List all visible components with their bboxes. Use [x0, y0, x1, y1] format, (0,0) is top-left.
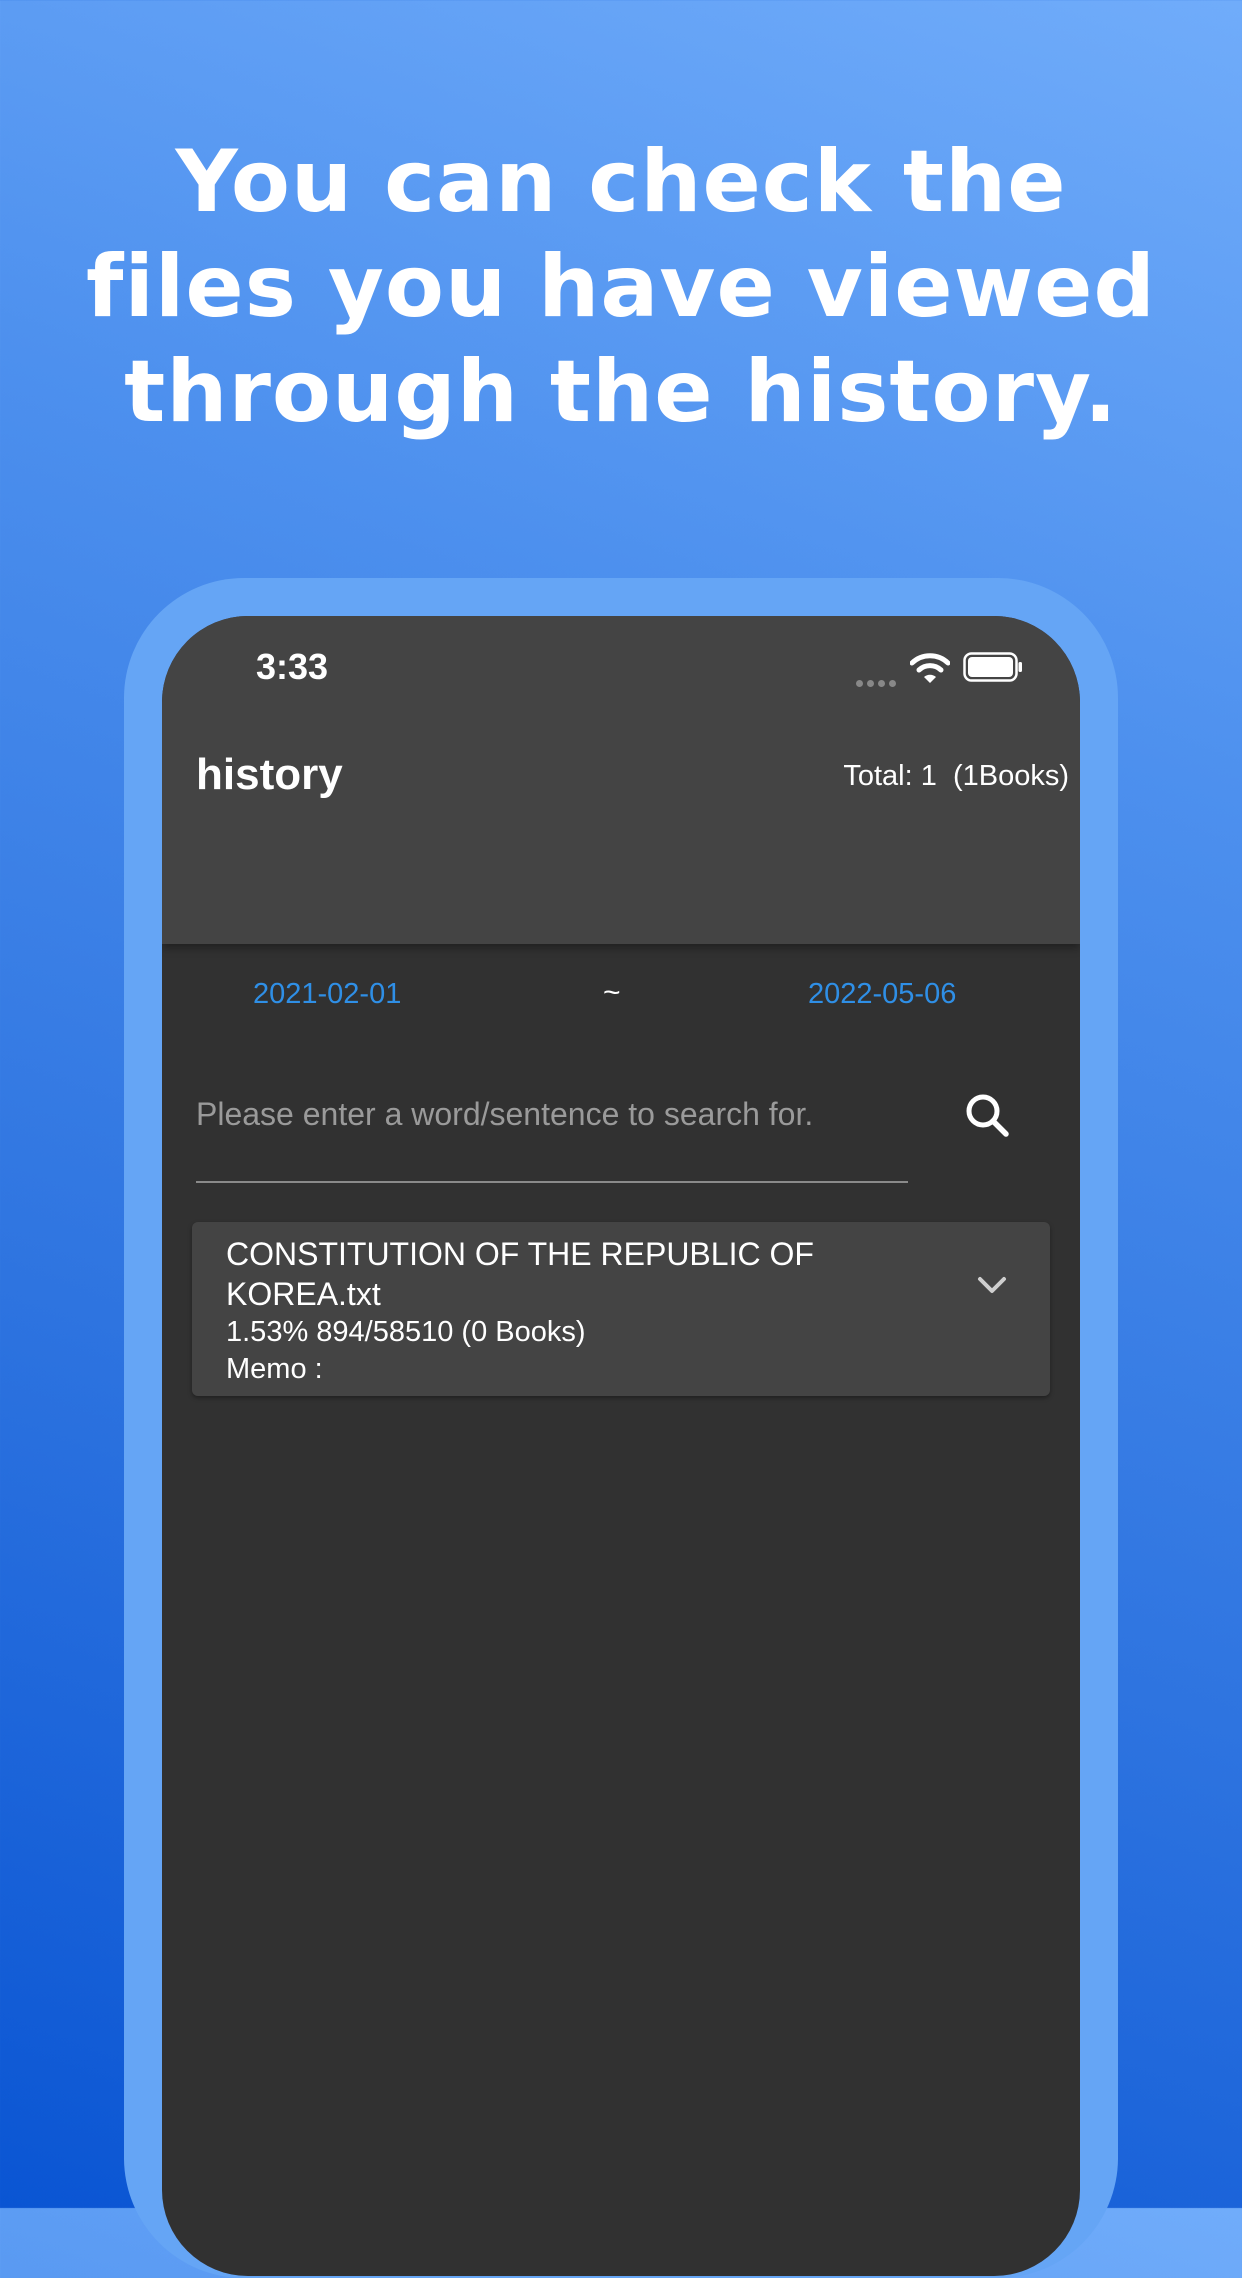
- history-item-progress: 1.53% 894/58510 (0 Books): [226, 1316, 586, 1348]
- status-time: 3:33: [256, 646, 329, 687]
- history-item[interactable]: CONSTITUTION OF THE REPUBLIC OF KOREA.tx…: [192, 1222, 1050, 1396]
- date-range-separator: ~: [603, 976, 621, 1009]
- app-header: 3:33 history Total: 1 (1Books): [162, 616, 1080, 944]
- chevron-down-icon[interactable]: [974, 1270, 1010, 1300]
- page-title: history: [196, 750, 343, 799]
- search-underline: [196, 1181, 908, 1183]
- search-input[interactable]: [196, 1086, 908, 1142]
- phone-screen: 3:33 history Total: 1 (1Books) 2021-02-0…: [162, 616, 1080, 2276]
- start-date-picker[interactable]: 2021-02-01: [253, 978, 401, 1011]
- promo-line-3: through the history.: [124, 342, 1118, 442]
- memo-label: Memo :: [226, 1353, 323, 1385]
- search-icon[interactable]: [962, 1090, 1012, 1140]
- cellular-signal-icon: [856, 674, 900, 687]
- promo-headline: You can check the files you have viewed …: [0, 130, 1242, 445]
- end-date-picker[interactable]: 2022-05-06: [808, 978, 956, 1011]
- wifi-icon: [910, 653, 950, 683]
- total-count: Total: 1 (1Books): [843, 760, 1069, 792]
- promo-line-2: files you have viewed: [86, 237, 1156, 337]
- history-item-title: CONSTITUTION OF THE REPUBLIC OF KOREA.tx…: [226, 1236, 814, 1312]
- promo-line-1: You can check the: [175, 132, 1067, 232]
- history-item-memo: Memo :: [226, 1353, 323, 1386]
- battery-icon: [963, 652, 1022, 682]
